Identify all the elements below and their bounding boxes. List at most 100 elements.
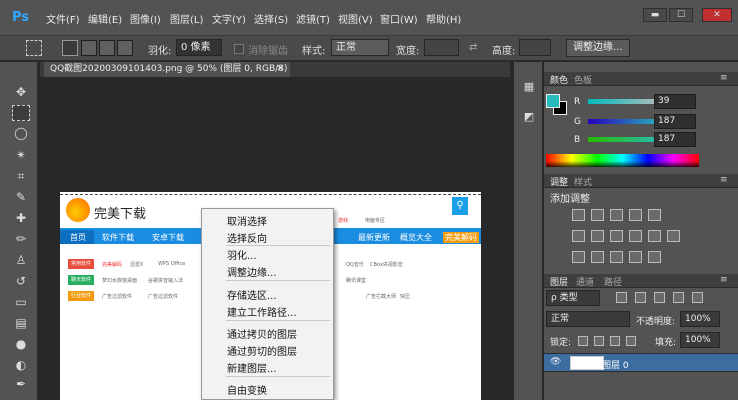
ctx-deselect[interactable]: 取消选择 [227,213,267,228]
posterize-icon[interactable] [591,251,604,263]
move-tool-icon[interactable]: ✥ [12,84,30,100]
vibrance-icon[interactable] [648,209,661,221]
properties-panel-icon[interactable]: ◩ [521,110,537,126]
ctx-refine-edge[interactable]: 调整边缘... [227,264,277,279]
marquee-preset-icon[interactable] [26,40,42,56]
filter-type-icon[interactable] [654,292,665,303]
color-balance-icon[interactable] [591,230,604,242]
tab-color[interactable]: 颜色 [550,73,568,86]
tab-channels[interactable]: 通道 [576,275,594,288]
panel-menu-icon[interactable]: ≡ [720,175,728,185]
menu-type[interactable]: 文字(Y) [212,11,246,26]
blue-value-input[interactable]: 187 [654,132,696,147]
lock-image-icon[interactable] [594,336,604,346]
photo-filter-icon[interactable] [629,230,642,242]
feather-input[interactable]: 0 像素 [176,39,222,56]
panel-menu-icon[interactable]: ≡ [720,275,728,285]
brush-tool-icon[interactable]: ✏ [12,231,30,247]
ctx-make-work-path[interactable]: 建立工作路径... [227,304,297,319]
ctx-layer-via-copy[interactable]: 通过拷贝的图层 [227,326,297,341]
style-select[interactable]: 正常 [331,39,389,56]
menu-layer[interactable]: 图层(L) [170,11,203,26]
ctx-select-inverse[interactable]: 选择反向 [227,230,267,245]
dodge-tool-icon[interactable]: ◐ [12,357,30,373]
panel-menu-icon[interactable]: ≡ [720,73,728,83]
pen-tool-icon[interactable]: ✒ [12,376,30,392]
lasso-tool-icon[interactable]: ◯ [12,125,30,141]
lock-transparent-icon[interactable] [578,336,588,346]
opacity-input[interactable]: 100% [680,311,720,327]
eyedropper-icon[interactable]: ✎ [12,189,30,205]
width-input[interactable] [424,39,459,56]
fill-input[interactable]: 100% [680,332,720,348]
healing-brush-icon[interactable]: ✚ [12,210,30,226]
channel-mixer-icon[interactable] [648,230,661,242]
menu-filter[interactable]: 滤镜(T) [296,11,330,26]
tab-styles[interactable]: 样式 [574,175,592,188]
menu-edit[interactable]: 编辑(E) [88,11,122,26]
color-lookup-icon[interactable] [667,230,680,242]
antialias-checkbox[interactable] [234,44,244,54]
swap-icon[interactable]: ⇄ [469,42,477,53]
eraser-tool-icon[interactable]: ▭ [12,294,30,310]
filter-shape-icon[interactable] [673,292,684,303]
tab-paths[interactable]: 路径 [604,275,622,288]
lock-position-icon[interactable] [610,336,620,346]
menu-window[interactable]: 窗口(W) [380,11,418,26]
ctx-new-layer[interactable]: 新建图层... [227,360,277,375]
blend-mode-select[interactable]: 正常 [546,311,630,327]
add-selection-icon[interactable] [81,40,97,56]
history-brush-icon[interactable]: ↺ [12,273,30,289]
layer-row[interactable]: 👁 图层 0 [544,353,738,372]
invert-icon[interactable] [572,251,585,263]
intersect-selection-icon[interactable] [117,40,133,56]
red-value-input[interactable]: 39 [654,94,696,109]
black-white-icon[interactable] [610,230,623,242]
threshold-icon[interactable] [610,251,623,263]
menu-file[interactable]: 文件(F) [46,11,80,26]
ctx-save-selection[interactable]: 存储选区... [227,287,277,302]
crop-tool-icon[interactable]: ⌗ [12,168,30,184]
gradient-map-icon[interactable] [629,251,642,263]
menu-help[interactable]: 帮助(H) [426,11,461,26]
ctx-free-transform[interactable]: 自由变换 [227,382,267,397]
color-spectrum[interactable] [546,154,699,167]
tab-adjustments[interactable]: 调整 [550,175,568,188]
stamp-tool-icon[interactable]: ♙ [12,252,30,268]
magic-wand-icon[interactable]: ✴ [12,147,30,163]
filter-adjustment-icon[interactable] [635,292,646,303]
gradient-tool-icon[interactable]: ▤ [12,315,30,331]
ctx-feather[interactable]: 羽化... [227,247,257,262]
ctx-layer-via-cut[interactable]: 通过剪切的图层 [227,343,297,358]
tab-layers[interactable]: 图层 [550,275,568,288]
maximize-button[interactable]: ☐ [669,8,693,22]
menu-select[interactable]: 选择(S) [254,11,288,26]
refine-edge-button[interactable]: 调整边缘... [566,39,630,57]
layer-visibility-icon[interactable]: 👁 [550,357,561,367]
selective-color-icon[interactable] [648,251,661,263]
layer-kind-filter[interactable]: ρ 类型 [546,290,600,306]
subtract-selection-icon[interactable] [99,40,115,56]
exposure-icon[interactable] [629,209,642,221]
height-input[interactable] [519,39,551,56]
foreground-color-swatch-top[interactable] [546,94,560,108]
minimize-button[interactable]: ▬ [643,8,667,22]
marquee-tool-icon[interactable] [12,105,30,121]
brightness-icon[interactable] [572,209,585,221]
menu-image[interactable]: 图像(I) [130,11,161,26]
document-tab[interactable]: QQ截图20200309101403.png @ 50% (图层 0, RGB/… [44,62,290,77]
curves-icon[interactable] [610,209,623,221]
green-value-input[interactable]: 187 [654,114,696,129]
menu-view[interactable]: 视图(V) [338,11,373,26]
close-button[interactable]: ✕ [702,8,732,22]
blur-tool-icon[interactable]: ● [12,336,30,352]
filter-pixel-icon[interactable] [616,292,627,303]
tab-swatches[interactable]: 色板 [574,73,592,86]
history-panel-icon[interactable]: ▦ [521,80,537,96]
filter-smart-icon[interactable] [692,292,703,303]
new-selection-icon[interactable] [62,40,78,56]
hue-saturation-icon[interactable] [572,230,585,242]
document-close-icon[interactable]: ✕ [276,62,284,77]
lock-all-icon[interactable] [626,336,636,346]
levels-icon[interactable] [591,209,604,221]
